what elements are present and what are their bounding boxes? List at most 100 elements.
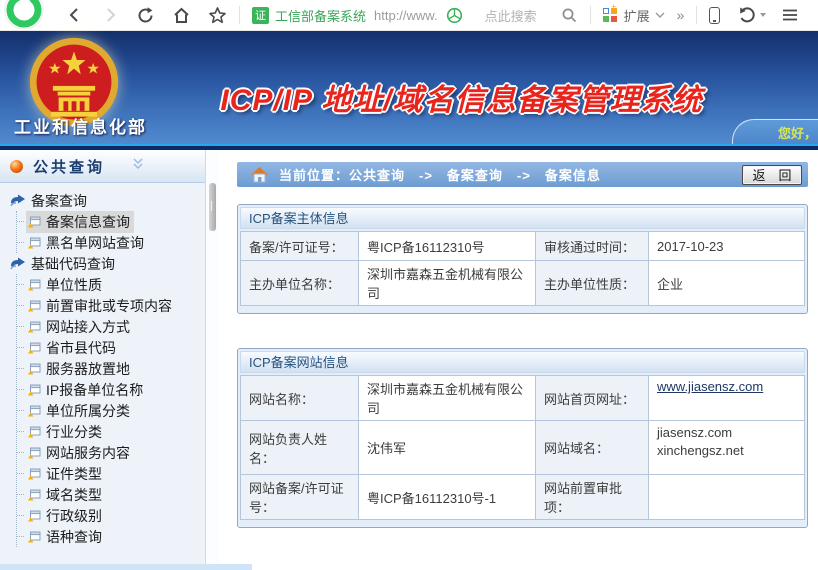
toolbar-separator: [239, 6, 240, 24]
sidebar-item-domain-type[interactable]: 域名类型: [17, 484, 205, 505]
license-number-label: 备案/许可证号：: [240, 231, 359, 261]
refresh-icon[interactable]: [136, 6, 155, 25]
site-banner: ICP/IP 地址/域名信息备案管理系统 工业和信息化部 您好，: [0, 31, 818, 150]
site-license-value: 粤ICP备16112310号-1: [358, 474, 536, 520]
toolbar-separator: [696, 6, 698, 24]
page-node-icon: [28, 489, 41, 500]
item-label: 行业分类: [46, 423, 102, 440]
browser-logo-icon[interactable]: [4, 0, 44, 30]
table-row: 网站备案/许可证号： 粤ICP备16112310号-1 网站前置审批项：: [240, 474, 805, 520]
site-domain-label: 网站域名：: [535, 420, 649, 475]
collapse-chevrons-icon[interactable]: [131, 157, 145, 176]
sidebar-header[interactable]: 公共查询: [0, 150, 205, 183]
sidebar-item-industry-category[interactable]: 行业分类: [17, 421, 205, 442]
sidebar-item-blacklist-query[interactable]: 黑名单网站查询: [17, 232, 205, 253]
item-label: 单位性质: [46, 276, 102, 293]
group-label: 基础代码查询: [31, 255, 115, 272]
arrow-node-icon: [10, 257, 25, 270]
system-title: ICP/IP 地址/域名信息备案管理系统: [220, 84, 703, 117]
organizer-nature-value: 企业: [648, 260, 805, 306]
back-icon[interactable]: [66, 6, 84, 24]
website-info-panel: ICP备案网站信息 网站名称： 深圳市嘉森五金机械有限公司 网站首页网址： ww…: [237, 348, 808, 528]
extensions-grid-icon[interactable]: [602, 2, 618, 23]
chevron-down-icon[interactable]: [655, 11, 665, 19]
browser-toolbar: 证 工信部备案系统 http://www. 点此搜索 扩展 »: [0, 0, 818, 31]
greeting-tab: 您好，: [732, 119, 818, 144]
table-row: 网站负责人姓名： 沈伟军 网站域名： jiasensz.com xincheng…: [240, 420, 805, 475]
item-label: 前置审批或专项内容: [46, 297, 172, 314]
search-input[interactable]: 点此搜索: [485, 6, 537, 25]
restore-undo-icon[interactable]: [738, 6, 757, 24]
toolbar-separator: [589, 6, 591, 24]
page-node-icon: [28, 321, 41, 332]
sidebar-group-beian-query[interactable]: 备案查询: [10, 190, 205, 211]
sidebar-item-ip-report-unit[interactable]: IP报备单位名称: [17, 379, 205, 400]
website-info-table: 网站名称： 深圳市嘉森五金机械有限公司 网站首页网址： www.jiasensz…: [240, 375, 805, 520]
main-content: 当前位置：公共查询 -> 备案查询 -> 备案信息 返 回 ICP备案主体信息 …: [219, 150, 818, 570]
sidebar-item-unit-category[interactable]: 单位所属分类: [17, 400, 205, 421]
page-node-icon: [28, 279, 41, 290]
sidebar-group-code-query[interactable]: 基础代码查询: [10, 253, 205, 274]
sidebar-title: 公共查询: [33, 158, 106, 176]
address-url-text[interactable]: http://www.: [374, 8, 438, 23]
splitter-handle[interactable]: [209, 183, 216, 231]
item-label: 黑名单网站查询: [46, 234, 144, 251]
cert-badge-icon[interactable]: 证: [252, 6, 269, 24]
organizer-name-label: 主办单位名称：: [240, 260, 359, 306]
restore-dropdown-caret[interactable]: [760, 13, 767, 17]
page-node-icon: [28, 510, 41, 521]
sidebar-item-cert-type[interactable]: 证件类型: [17, 463, 205, 484]
subject-panel-title: ICP备案主体信息: [240, 207, 805, 229]
address-site-name[interactable]: 工信部备案系统: [275, 6, 366, 25]
shutter-icon[interactable]: [446, 7, 463, 24]
page-node-icon: [28, 384, 41, 395]
item-label: 服务器放置地: [46, 360, 130, 377]
subject-info-table: 备案/许可证号： 粤ICP备16112310号 审核通过时间： 2017-10-…: [240, 231, 805, 306]
sidebar-splitter[interactable]: [206, 150, 219, 570]
item-label: 语种查询: [46, 528, 102, 545]
sidebar-item-service-content[interactable]: 网站服务内容: [17, 442, 205, 463]
site-manager-value: 沈伟军: [358, 420, 536, 475]
license-number-value: 粤ICP备16112310号: [358, 231, 536, 261]
home-icon[interactable]: [172, 6, 191, 25]
orange-ball-icon: [10, 159, 23, 173]
item-label: 省市县代码: [46, 339, 116, 356]
extensions-label[interactable]: 扩展: [624, 6, 650, 25]
item-label: 网站接入方式: [46, 318, 130, 335]
search-icon[interactable]: [561, 7, 578, 24]
group-label: 备案查询: [31, 192, 87, 209]
sidebar-item-beian-info-query[interactable]: 备案信息查询: [17, 210, 205, 233]
page-node-icon: [28, 531, 41, 542]
sidebar-item-unit-nature[interactable]: 单位性质: [17, 274, 205, 295]
home-breadcrumb-icon[interactable]: [250, 166, 269, 184]
sidebar-item-access-method[interactable]: 网站接入方式: [17, 316, 205, 337]
website-panel-title: ICP备案网站信息: [240, 351, 805, 373]
back-button[interactable]: 返 回: [742, 164, 802, 185]
website-name-value: 深圳市嘉森五金机械有限公司: [358, 375, 536, 421]
item-label: 网站服务内容: [46, 444, 130, 461]
sidebar-item-admin-level[interactable]: 行政级别: [17, 505, 205, 526]
menu-icon[interactable]: [782, 8, 798, 22]
mobile-phone-icon[interactable]: [709, 6, 721, 24]
item-label: 备案信息查询: [46, 213, 130, 230]
homepage-url-label: 网站首页网址：: [535, 375, 649, 421]
page-node-icon: [28, 237, 41, 248]
more-tools-label[interactable]: »: [677, 7, 685, 23]
favorite-star-icon[interactable]: [208, 6, 227, 25]
item-label: 单位所属分类: [46, 402, 130, 419]
pre-approval-item-label: 网站前置审批项：: [535, 474, 649, 520]
greeting-text: 您好，: [777, 125, 817, 141]
page-node-icon: [28, 342, 41, 353]
homepage-url-link[interactable]: www.jiasensz.com: [657, 379, 763, 394]
page-node-icon: [28, 216, 41, 227]
page-node-icon: [28, 405, 41, 416]
sidebar-children: 备案信息查询 黑名单网站查询: [16, 210, 205, 253]
sidebar-tree: 备案查询 备案信息查询 黑名单网站查询 基础代码查询 单位性质 前置审批或专项内…: [0, 183, 205, 547]
sidebar-item-language-query[interactable]: 语种查询: [17, 526, 205, 547]
sidebar-item-server-location[interactable]: 服务器放置地: [17, 358, 205, 379]
approval-date-value: 2017-10-23: [648, 231, 805, 261]
homepage-url-cell: www.jiasensz.com: [648, 375, 805, 421]
website-name-label: 网站名称：: [240, 375, 359, 421]
sidebar-item-pre-approval[interactable]: 前置审批或专项内容: [17, 295, 205, 316]
sidebar-item-province-code[interactable]: 省市县代码: [17, 337, 205, 358]
